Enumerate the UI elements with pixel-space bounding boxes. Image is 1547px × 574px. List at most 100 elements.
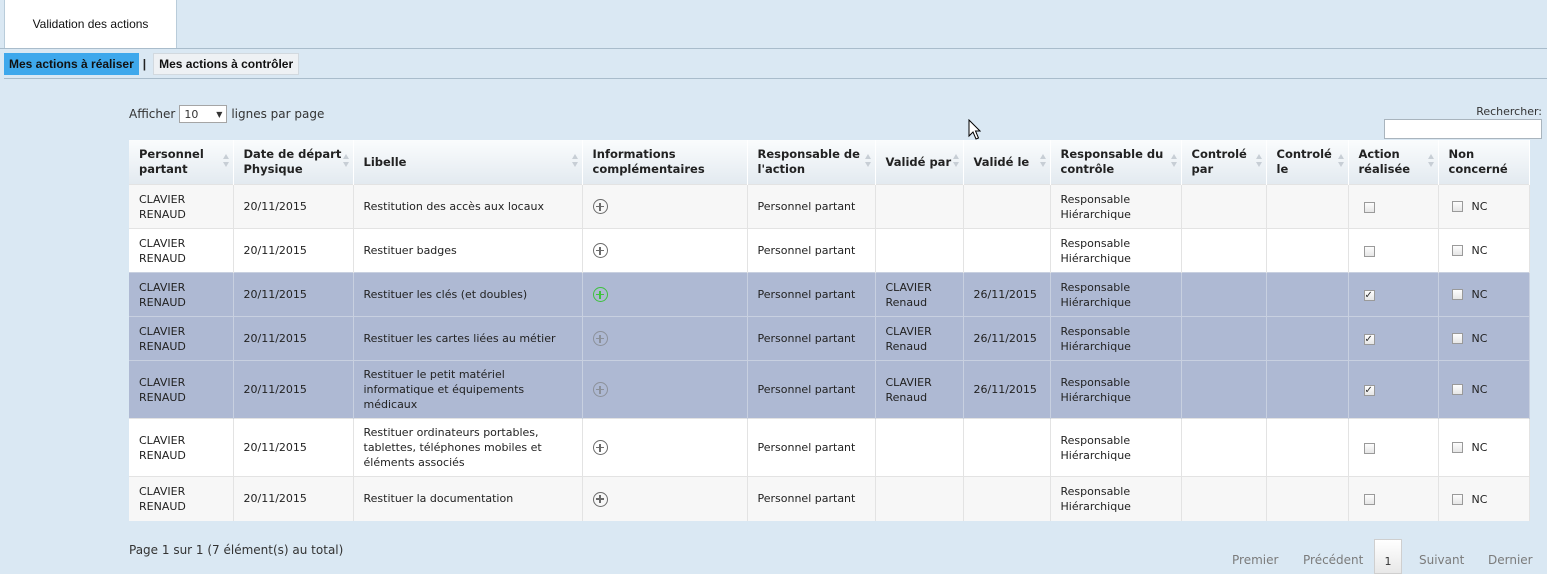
cell-valide-par — [875, 476, 964, 521]
pagination: Premier Précédent 1 Suivant Dernier — [1220, 539, 1540, 574]
cell-responsable-action: Personnel partant — [747, 184, 876, 229]
cell-non-concerne: NC — [1438, 228, 1530, 273]
cell-valide-par: CLAVIER Renaud — [875, 272, 964, 317]
sort-icon — [1255, 154, 1263, 170]
col-header-personnel-partant[interactable]: Personnel partant — [129, 140, 234, 185]
actions-table: Personnel partant Date de départ Physiqu… — [129, 140, 1530, 521]
non-concerne-checkbox[interactable] — [1451, 333, 1463, 345]
table-row[interactable]: CLAVIER RENAUD 20/11/2015 Restituer les cl… — [129, 272, 1530, 317]
cell-valide-le — [963, 476, 1051, 521]
action-realisee-checkbox[interactable] — [1363, 493, 1375, 505]
col-header-valide-par[interactable]: Validé par — [875, 140, 964, 185]
non-concerne-checkbox[interactable] — [1451, 493, 1463, 505]
table-row[interactable]: CLAVIER RENAUD 20/11/2015 Restituer ordina… — [129, 418, 1530, 477]
action-realisee-checkbox[interactable] — [1363, 383, 1375, 398]
subtab-mes-actions-a-realiser[interactable]: Mes actions à réaliser — [4, 52, 139, 75]
col-header-controle-le[interactable]: Controlé le — [1266, 140, 1349, 185]
pager-previous-button[interactable]: Précédent — [1303, 553, 1363, 567]
add-info-icon[interactable] — [592, 491, 608, 507]
nc-label: NC — [1471, 441, 1488, 455]
action-realisee-checkbox[interactable] — [1363, 442, 1375, 454]
cell-controle-par — [1181, 316, 1267, 361]
add-info-icon[interactable] — [592, 331, 608, 347]
non-concerne-checkbox[interactable] — [1451, 201, 1463, 213]
non-concerne-checkbox[interactable] — [1451, 245, 1463, 257]
cell-libelle: Restituer badges — [353, 228, 583, 273]
page-length-select[interactable]: 10 ▼ — [179, 105, 228, 123]
cell-valide-le: 26/11/2015 — [963, 316, 1051, 361]
cell-responsable-controle: Responsable Hiérarchique — [1050, 360, 1182, 419]
cell-controle-par — [1181, 228, 1267, 273]
cell-controle-par — [1181, 360, 1267, 419]
sort-icon — [342, 154, 350, 170]
cell-libelle: Restitution des accès aux locaux — [353, 184, 583, 229]
non-concerne-checkbox[interactable] — [1451, 289, 1463, 301]
col-header-libelle[interactable]: Libelle — [353, 140, 583, 185]
action-realisee-checkbox[interactable] — [1363, 332, 1375, 347]
tab-validation-des-actions[interactable]: Validation des actions — [4, 0, 177, 48]
cell-libelle: Restituer les clés (et doubles) — [353, 272, 583, 317]
cell-libelle: Restituer les cartes liées au métier — [353, 316, 583, 361]
col-header-controle-par[interactable]: Controlé par — [1181, 140, 1267, 185]
cell-controle-par — [1181, 272, 1267, 317]
sort-icon — [222, 154, 230, 170]
subtab-mes-actions-a-controler[interactable]: Mes actions à contrôler — [153, 52, 300, 75]
action-realisee-checkbox[interactable] — [1363, 201, 1375, 213]
table-row[interactable]: CLAVIER RENAUD 20/11/2015 Restituer les ca… — [129, 316, 1530, 361]
subtab-separator: | — [142, 56, 147, 71]
cell-action-realisee — [1348, 228, 1439, 273]
non-concerne-checkbox[interactable] — [1451, 442, 1463, 454]
cell-personnel: CLAVIER RENAUD — [129, 476, 234, 521]
cell-date-depart: 20/11/2015 — [233, 272, 354, 317]
pager-first-button[interactable]: Premier — [1232, 553, 1278, 567]
col-header-valide-le[interactable]: Validé le — [963, 140, 1051, 185]
sort-icon — [1427, 154, 1435, 170]
cell-controle-le — [1266, 184, 1349, 229]
search-input[interactable] — [1384, 119, 1542, 139]
cell-informations — [582, 316, 748, 361]
col-header-action-realisee[interactable]: Action réalisée — [1348, 140, 1439, 185]
cell-controle-le — [1266, 360, 1349, 419]
cell-responsable-action: Personnel partant — [747, 360, 876, 419]
non-concerne-checkbox[interactable] — [1451, 384, 1463, 396]
cell-personnel: CLAVIER RENAUD — [129, 184, 234, 229]
action-realisee-checkbox[interactable] — [1363, 288, 1375, 303]
col-header-responsable-controle[interactable]: Responsable du contrôle — [1050, 140, 1182, 185]
cell-valide-le: 26/11/2015 — [963, 272, 1051, 317]
pager-page-1-button[interactable]: 1 — [1374, 539, 1402, 574]
cell-valide-par: CLAVIER Renaud — [875, 316, 964, 361]
cell-valide-par — [875, 228, 964, 273]
cell-non-concerne: NC — [1438, 184, 1530, 229]
sort-icon — [864, 154, 872, 170]
pager-last-button[interactable]: Dernier — [1488, 553, 1533, 567]
page-length-prefix: Afficher — [129, 107, 176, 121]
add-info-icon[interactable] — [592, 199, 608, 215]
add-info-icon[interactable] — [592, 440, 608, 456]
subtab-divider — [4, 78, 1547, 79]
table-row[interactable]: CLAVIER RENAUD 20/11/2015 Restituer badges… — [129, 228, 1530, 273]
table-row[interactable]: CLAVIER RENAUD 20/11/2015 Restituer le pet… — [129, 360, 1530, 419]
table-row[interactable]: CLAVIER RENAUD 20/11/2015 Restitution des … — [129, 184, 1530, 229]
col-header-responsable-action[interactable]: Responsable de l'action — [747, 140, 876, 185]
cell-informations — [582, 476, 748, 521]
cell-date-depart: 20/11/2015 — [233, 418, 354, 477]
cell-responsable-action: Personnel partant — [747, 418, 876, 477]
cell-action-realisee — [1348, 360, 1439, 419]
table-row[interactable]: CLAVIER RENAUD 20/11/2015 Restituer la doc… — [129, 476, 1530, 521]
add-info-icon[interactable] — [592, 243, 608, 259]
cell-informations — [582, 228, 748, 273]
cell-non-concerne: NC — [1438, 360, 1530, 419]
add-info-icon[interactable] — [592, 287, 608, 303]
cell-responsable-controle: Responsable Hiérarchique — [1050, 228, 1182, 273]
cell-controle-par — [1181, 418, 1267, 477]
nc-label: NC — [1471, 200, 1488, 214]
cell-responsable-controle: Responsable Hiérarchique — [1050, 184, 1182, 229]
action-realisee-checkbox[interactable] — [1363, 245, 1375, 257]
nc-label: NC — [1471, 492, 1488, 506]
add-info-icon[interactable] — [592, 382, 608, 398]
cell-controle-le — [1266, 228, 1349, 273]
cell-valide-le — [963, 228, 1051, 273]
search-label: Rechercher: — [1476, 105, 1542, 118]
pager-next-button[interactable]: Suivant — [1419, 553, 1464, 567]
col-header-date-depart[interactable]: Date de départ Physique — [233, 140, 354, 185]
